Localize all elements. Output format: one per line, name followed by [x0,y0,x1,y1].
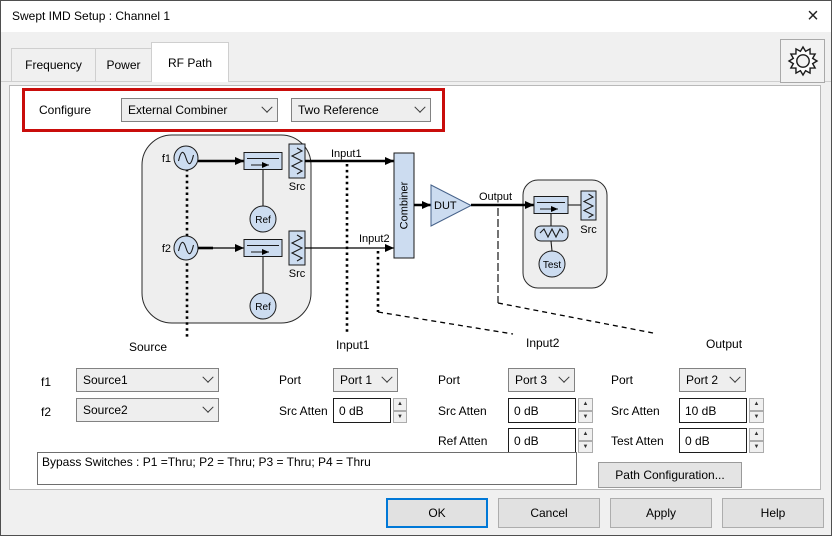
close-icon[interactable]: × [797,2,829,30]
input1-port-dropdown[interactable]: Port 1 [333,368,398,392]
spin-down-icon[interactable]: ▼ [749,441,764,454]
chevron-down-icon [261,102,272,113]
input2-port-dropdown[interactable]: Port 3 [508,368,575,392]
help-button[interactable]: Help [722,498,824,528]
f1-label: f1 [41,375,51,389]
combiner-config-value: External Combiner [128,103,227,117]
output-port-label: Port [611,373,633,387]
tab-power[interactable]: Power [95,48,152,82]
help-label: Help [761,506,786,520]
chevron-down-icon [729,372,740,383]
input1-src-atten-spinner: ▲ ▼ [393,398,407,423]
input2-ref-atten-label: Ref Atten [438,434,487,448]
chevron-down-icon [414,102,425,113]
input2-src-atten-field[interactable]: 0 dB [508,398,576,423]
output-test-atten-field[interactable]: 0 dB [679,428,747,453]
cancel-button[interactable]: Cancel [498,498,600,528]
output-port-dropdown[interactable]: Port 2 [679,368,746,392]
input1-src-atten-value: 0 dB [339,404,364,418]
spin-up-icon[interactable]: ▲ [578,398,593,411]
input2-port-label: Port [438,373,460,387]
spin-up-icon[interactable]: ▲ [393,398,407,411]
chevron-down-icon [202,402,213,413]
f1-source-dropdown[interactable]: Source1 [76,368,219,392]
apply-label: Apply [646,506,676,520]
tab-power-label: Power [106,58,140,72]
input2-src-atten-label: Src Atten [438,404,487,418]
settings-gear-button[interactable] [780,39,825,83]
ok-label: OK [428,506,445,520]
spin-up-icon[interactable]: ▲ [578,428,593,441]
tab-frequency-label: Frequency [25,58,82,72]
output-src-atten-value: 10 dB [685,404,716,418]
configure-label: Configure [39,103,91,117]
reference-config-dropdown[interactable]: Two Reference [291,98,431,122]
output-src-atten-spinner: ▲ ▼ [749,398,764,423]
reference-config-value: Two Reference [298,103,379,117]
titlebar: Swept IMD Setup : Channel 1 × [1,1,831,32]
spin-down-icon[interactable]: ▼ [578,411,593,424]
window-title: Swept IMD Setup : Channel 1 [12,9,170,23]
combiner-config-dropdown[interactable]: External Combiner [121,98,278,122]
input2-src-atten-value: 0 dB [514,404,539,418]
tab-rf-path-label: RF Path [168,56,212,70]
output-port-value: Port 2 [686,373,718,387]
path-configuration-button[interactable]: Path Configuration... [598,462,742,488]
input1-src-atten-field[interactable]: 0 dB [333,398,391,423]
spin-up-icon[interactable]: ▲ [749,398,764,411]
input1-src-atten-label: Src Atten [279,404,328,418]
input2-src-atten-spinner: ▲ ▼ [578,398,593,423]
spin-down-icon[interactable]: ▼ [578,441,593,454]
spin-up-icon[interactable]: ▲ [749,428,764,441]
spin-down-icon[interactable]: ▼ [749,411,764,424]
path-configuration-label: Path Configuration... [615,468,724,482]
output-src-atten-field[interactable]: 10 dB [679,398,747,423]
input2-ref-atten-value: 0 dB [514,434,539,448]
bypass-switches-status: Bypass Switches : P1 =Thru; P2 = Thru; P… [37,452,577,485]
swept-imd-setup-dialog: Swept IMD Setup : Channel 1 × Frequency … [0,0,832,536]
f1-source-value: Source1 [83,373,128,387]
chevron-down-icon [381,372,392,383]
ok-button[interactable]: OK [386,498,488,528]
apply-button[interactable]: Apply [610,498,712,528]
output-test-atten-label: Test Atten [611,434,664,448]
output-test-atten-value: 0 dB [685,434,710,448]
chevron-down-icon [202,372,213,383]
f2-source-dropdown[interactable]: Source2 [76,398,219,422]
f2-label: f2 [41,405,51,419]
chevron-down-icon [558,372,569,383]
input2-port-value: Port 3 [515,373,547,387]
input1-port-value: Port 1 [340,373,372,387]
f2-source-value: Source2 [83,403,128,417]
input1-port-label: Port [279,373,301,387]
bypass-switches-text: Bypass Switches : P1 =Thru; P2 = Thru; P… [42,455,371,469]
tab-rf-path[interactable]: RF Path [151,42,229,82]
cancel-label: Cancel [530,506,567,520]
gear-icon [783,41,823,81]
tab-frequency[interactable]: Frequency [11,48,96,82]
output-test-atten-spinner: ▲ ▼ [749,428,764,453]
input2-ref-atten-field[interactable]: 0 dB [508,428,576,453]
input2-ref-atten-spinner: ▲ ▼ [578,428,593,453]
spin-down-icon[interactable]: ▼ [393,411,407,424]
output-src-atten-label: Src Atten [611,404,660,418]
